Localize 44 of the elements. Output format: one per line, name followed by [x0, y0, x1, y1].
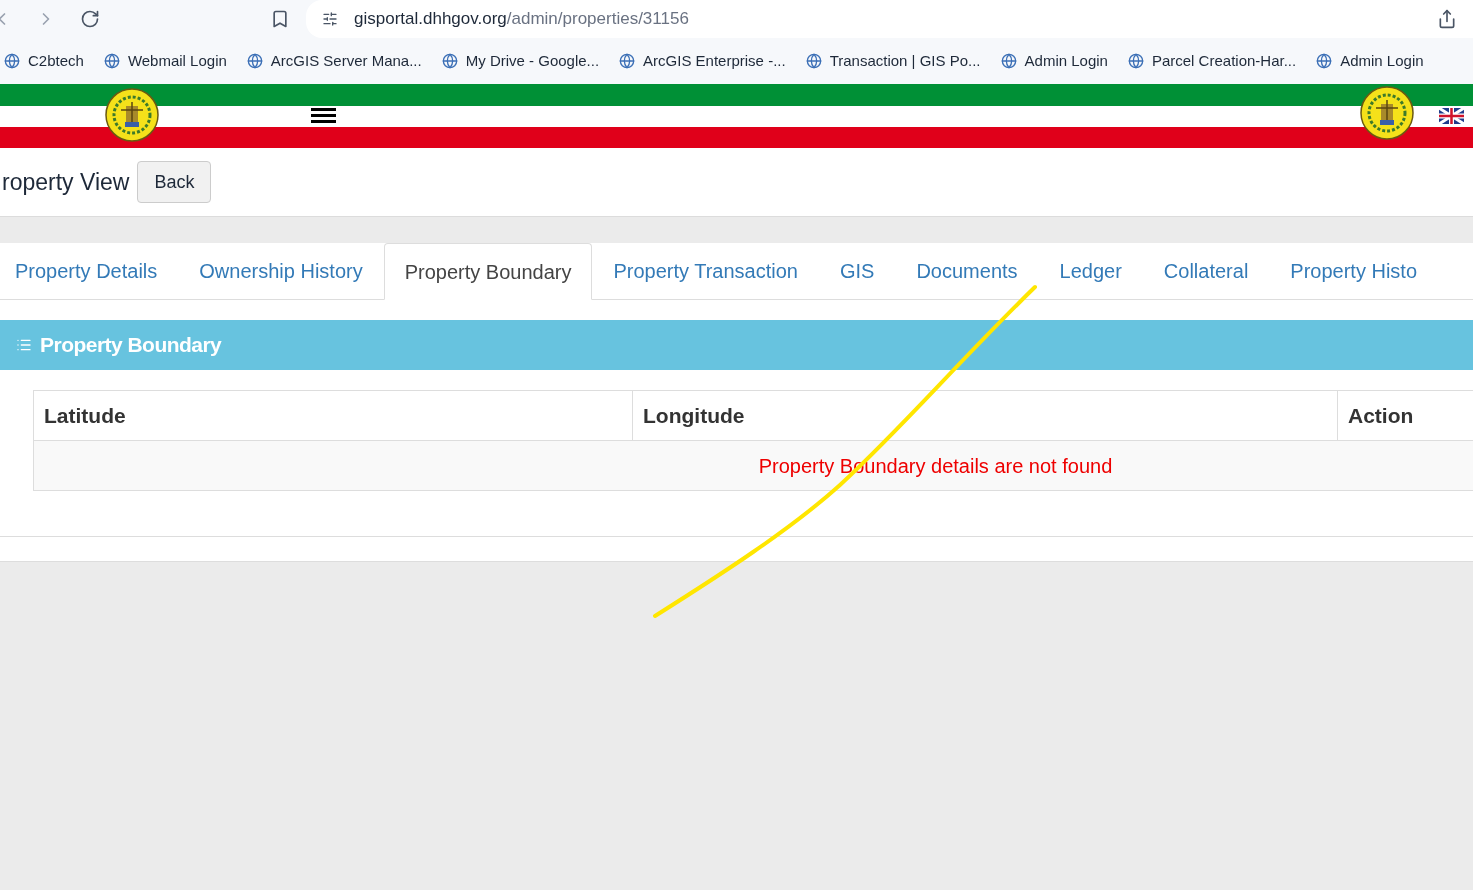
favicon-icon	[441, 53, 458, 69]
bookmark-item[interactable]: Parcel Creation-Har...	[1127, 49, 1297, 73]
favicon-icon	[246, 53, 263, 69]
url-text: gisportal.dhhgov.org/admin/properties/31156	[354, 8, 689, 31]
bookmark-item[interactable]: Webmail Login	[103, 49, 227, 73]
emblem-logo	[105, 88, 159, 142]
panel-title: Property Boundary	[40, 332, 222, 359]
address-bar[interactable]: gisportal.dhhgov.org/admin/properties/31156	[306, 0, 1473, 38]
favicon-icon	[4, 53, 20, 69]
uk-flag-icon[interactable]	[1439, 108, 1464, 124]
reload-icon[interactable]	[80, 9, 100, 29]
share-icon[interactable]	[1437, 9, 1457, 29]
tab[interactable]: Property Histo	[1269, 243, 1439, 299]
favicon-icon	[103, 53, 120, 69]
tab[interactable]: Documents	[895, 243, 1039, 299]
favicon-icon	[805, 53, 822, 69]
tab[interactable]: Ownership History	[178, 243, 384, 299]
list-icon	[16, 337, 32, 353]
tab[interactable]: Property Details	[0, 243, 179, 299]
bookmark-icon[interactable]	[270, 9, 290, 29]
page-title: roperty View	[2, 167, 130, 197]
favicon-icon	[619, 53, 636, 69]
column-header: Action	[1337, 391, 1473, 440]
column-header: Longitude	[632, 391, 1337, 440]
site-settings-icon[interactable]	[322, 11, 338, 27]
bookmark-item[interactable]: My Drive - Google...	[441, 49, 600, 73]
bookmark-item[interactable]: ArcGIS Enterprise -...	[619, 49, 786, 73]
tab[interactable]: Collateral	[1142, 243, 1270, 299]
emblem-logo	[1360, 86, 1414, 140]
back-button[interactable]: Back	[137, 161, 212, 203]
tab[interactable]: Property Transaction	[592, 243, 819, 299]
bookmark-item[interactable]: Admin Login	[1316, 49, 1424, 73]
tab[interactable]: Ledger	[1038, 243, 1143, 299]
favicon-icon	[1127, 53, 1144, 69]
bookmark-item[interactable]: Admin Login	[1000, 49, 1108, 73]
column-header: Latitude	[43, 402, 127, 429]
tab[interactable]: GIS	[818, 243, 896, 299]
bookmark-item[interactable]: C2btech	[4, 49, 84, 73]
tab[interactable]: Property Boundary	[383, 243, 593, 300]
favicon-icon	[1000, 53, 1017, 69]
bookmark-item[interactable]: ArcGIS Server Mana...	[246, 49, 422, 73]
bookmark-item[interactable]: Transaction | GIS Po...	[805, 49, 981, 73]
favicon-icon	[1316, 53, 1333, 69]
menu-icon[interactable]	[311, 108, 336, 123]
